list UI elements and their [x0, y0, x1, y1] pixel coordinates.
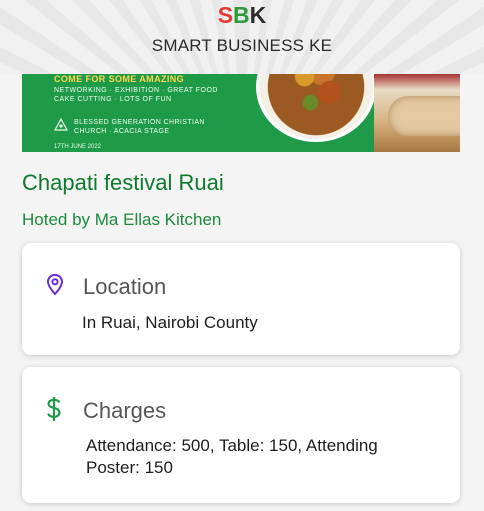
banner-location-icon [54, 118, 68, 131]
banner-venue-line-2: CHURCH · ACACIA STAGE [74, 128, 170, 135]
location-card: Location In Ruai, Nairobi County [22, 243, 460, 355]
banner-venue: BLESSED GENERATION CHRISTIAN CHURCH · AC… [74, 118, 205, 136]
logo-letter-b: B [233, 2, 250, 28]
chapati-plate [388, 96, 460, 136]
banner-venue-line-1: BLESSED GENERATION CHRISTIAN [74, 119, 205, 126]
banner-activities-line-2: CAKE CUTTING · LOTS OF FUN [54, 96, 172, 103]
logo-letter-s: S [217, 2, 234, 28]
logo-letter-k: K [249, 2, 267, 28]
charges-value: Attendance: 500, Table: 150, Attending P… [86, 436, 378, 477]
banner-date: 17TH JUNE 2022 [54, 144, 102, 150]
event-host: Hoted by Ma Ellas Kitchen [22, 210, 222, 229]
location-value: In Ruai, Nairobi County [82, 313, 258, 332]
event-title: Chapati festival Ruai [22, 170, 224, 195]
banner-activities-line-1: NETWORKING · EXHIBITION · GREAT FOOD [54, 87, 218, 94]
app-header: SBK SMART BUSINESS KE [0, 0, 484, 74]
food-plate-image [256, 74, 376, 142]
event-banner-image: COME FOR SOME AMAZING NETWORKING · EXHIB… [22, 74, 460, 152]
map-pin-icon [46, 273, 64, 296]
location-heading: Location [83, 274, 167, 299]
brand-name: SMART BUSINESS KE [151, 36, 333, 55]
charges-card: Charges Attendance: 500, Table: 150, Att… [22, 367, 460, 503]
charges-heading: Charges [83, 398, 167, 423]
chapati-image [374, 74, 460, 152]
banner-headline: COME FOR SOME AMAZING [54, 74, 185, 84]
dollar-icon [47, 397, 61, 421]
sbk-logo[interactable]: SBK [0, 2, 484, 29]
